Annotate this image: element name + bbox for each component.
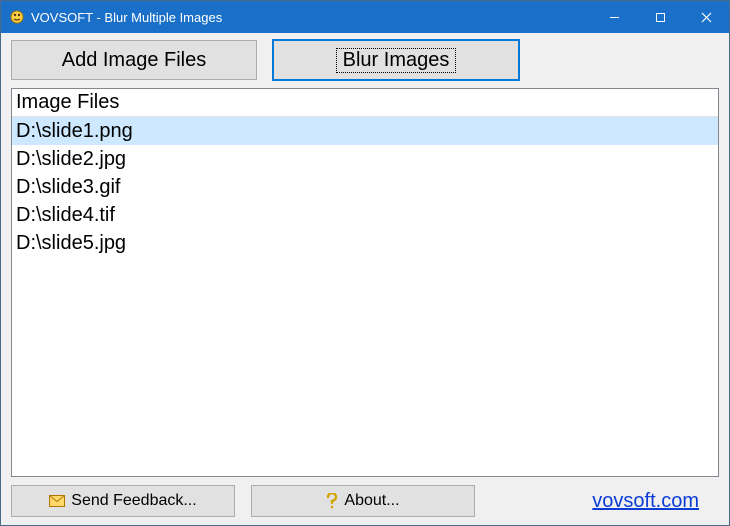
add-image-files-button[interactable]: Add Image Files: [11, 40, 257, 80]
blur-images-label: Blur Images: [336, 48, 457, 73]
app-window: VOVSOFT - Blur Multiple Images Add Image…: [0, 0, 730, 526]
client-area: Add Image Files Blur Images Image Files …: [1, 33, 729, 525]
send-feedback-button[interactable]: Send Feedback...: [11, 485, 235, 517]
list-item-path: D:\slide2.jpg: [16, 148, 126, 171]
toolbar: Add Image Files Blur Images: [11, 40, 719, 80]
vovsoft-link[interactable]: vovsoft.com: [592, 490, 699, 513]
list-item-path: D:\slide3.gif: [16, 176, 121, 199]
window-controls: [591, 1, 729, 33]
add-image-files-label: Add Image Files: [62, 49, 207, 72]
minimize-button[interactable]: [591, 1, 637, 33]
list-item[interactable]: D:\slide4.tif: [12, 201, 718, 229]
close-button[interactable]: [683, 1, 729, 33]
list-item[interactable]: D:\slide3.gif: [12, 173, 718, 201]
about-label: About...: [344, 492, 399, 510]
footer-bar: Send Feedback... About... vovsoft.com: [11, 485, 719, 517]
send-feedback-label: Send Feedback...: [71, 492, 196, 510]
blur-images-button[interactable]: Blur Images: [273, 40, 519, 80]
titlebar: VOVSOFT - Blur Multiple Images: [1, 1, 729, 33]
list-item-path: D:\slide1.png: [16, 120, 133, 143]
about-button[interactable]: About...: [251, 485, 475, 517]
list-column-header[interactable]: Image Files: [12, 89, 718, 117]
list-body[interactable]: D:\slide1.png D:\slide2.jpg D:\slide3.gif D…: [12, 117, 718, 476]
image-files-list[interactable]: Image Files D:\slide1.pngD:\slide2.jpgD:…: [11, 88, 719, 477]
envelope-icon: [49, 495, 65, 507]
window-title: VOVSOFT - Blur Multiple Images: [31, 10, 222, 25]
list-item[interactable]: D:\slide5.jpg: [12, 229, 718, 257]
maximize-button[interactable]: [637, 1, 683, 33]
list-item[interactable]: D:\slide1.png: [12, 117, 718, 145]
list-item[interactable]: D:\slide2.jpg: [12, 145, 718, 173]
question-icon: [326, 493, 338, 509]
list-item-path: D:\slide5.jpg: [16, 232, 126, 255]
list-header-label: Image Files: [16, 91, 119, 114]
app-icon: [9, 9, 25, 25]
list-item-path: D:\slide4.tif: [16, 204, 115, 227]
